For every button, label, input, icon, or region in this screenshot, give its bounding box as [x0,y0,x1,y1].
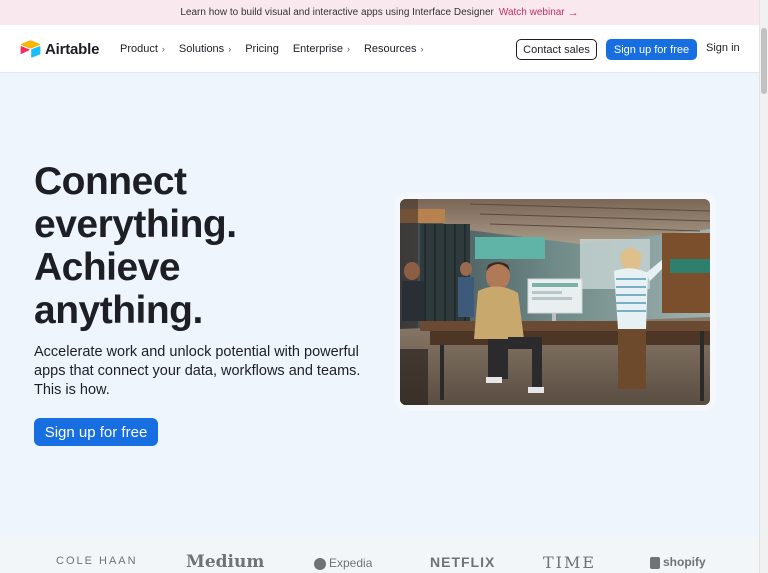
top-navigation: Airtable Product › Solutions › Pricing E… [0,25,759,73]
customer-logos-strip: COLE HAAN Medium Expedia NETFLIX TIME sh… [0,535,759,573]
nav-item-label: Resources [363,43,417,55]
headline-line: Achieve [34,246,181,289]
signin-link[interactable]: Sign in [706,42,740,54]
brand-logo[interactable]: Airtable [20,40,99,58]
chevron-right-icon: › [420,44,424,54]
customer-logo-shopify: shopify [650,555,706,569]
customer-logo-expedia: Expedia [314,556,372,570]
hero-signup-button[interactable]: Sign up for free [34,418,158,446]
customer-logo-medium: Medium [186,552,265,572]
brand-name: Airtable [45,40,100,58]
announcement-banner: Learn how to build visual and interactiv… [0,0,759,25]
nav-signup-button[interactable]: Sign up for free [606,39,697,60]
watch-webinar-link[interactable]: Watch webinar [499,7,565,18]
customer-logo-expedia-label: Expedia [329,556,373,570]
nav-item-label: Pricing [245,43,279,55]
nav-item-resources[interactable]: Resources › [364,43,424,55]
shopify-bag-icon [650,556,660,569]
nav-item-product[interactable]: Product › [120,43,165,55]
nav-item-enterprise[interactable]: Enterprise › [293,43,350,55]
arrow-right-icon[interactable]: → [568,7,579,19]
nav-item-solutions[interactable]: Solutions › [179,43,231,55]
customer-logo-shopify-label: shopify [663,555,706,569]
scrollbar-thumb[interactable] [761,28,767,94]
headline-line: Connect [34,160,187,203]
page-scrollbar[interactable] [759,0,768,573]
hero-subtext: Accelerate work and unlock potential wit… [34,344,361,398]
customer-logo-time: TIME [543,553,597,572]
contact-sales-button[interactable]: Contact sales [516,39,597,60]
banner-text: Learn how to build visual and interactiv… [180,7,494,18]
main-menu: Product › Solutions › Pricing Enterprise… [120,25,438,73]
chevron-right-icon: › [346,44,350,54]
headline-line: anything. [34,289,203,332]
airtable-logo-icon [20,40,41,58]
office-scene-image [400,199,710,405]
hero-headline: Connect everything. Achieve anything. [34,160,374,332]
nav-item-label: Product [120,43,158,55]
nav-item-label: Solutions [178,43,225,55]
customer-logo-netflix: NETFLIX [430,554,496,570]
chevron-right-icon: › [228,44,232,54]
headline-line: everything. [34,203,237,246]
customer-logo-cole-haan: COLE HAAN [56,555,138,567]
nav-item-pricing[interactable]: Pricing [245,43,279,55]
chevron-right-icon: › [161,44,165,54]
hero-photo [400,199,710,405]
expedia-icon [314,557,326,570]
nav-item-label: Enterprise [292,43,343,55]
